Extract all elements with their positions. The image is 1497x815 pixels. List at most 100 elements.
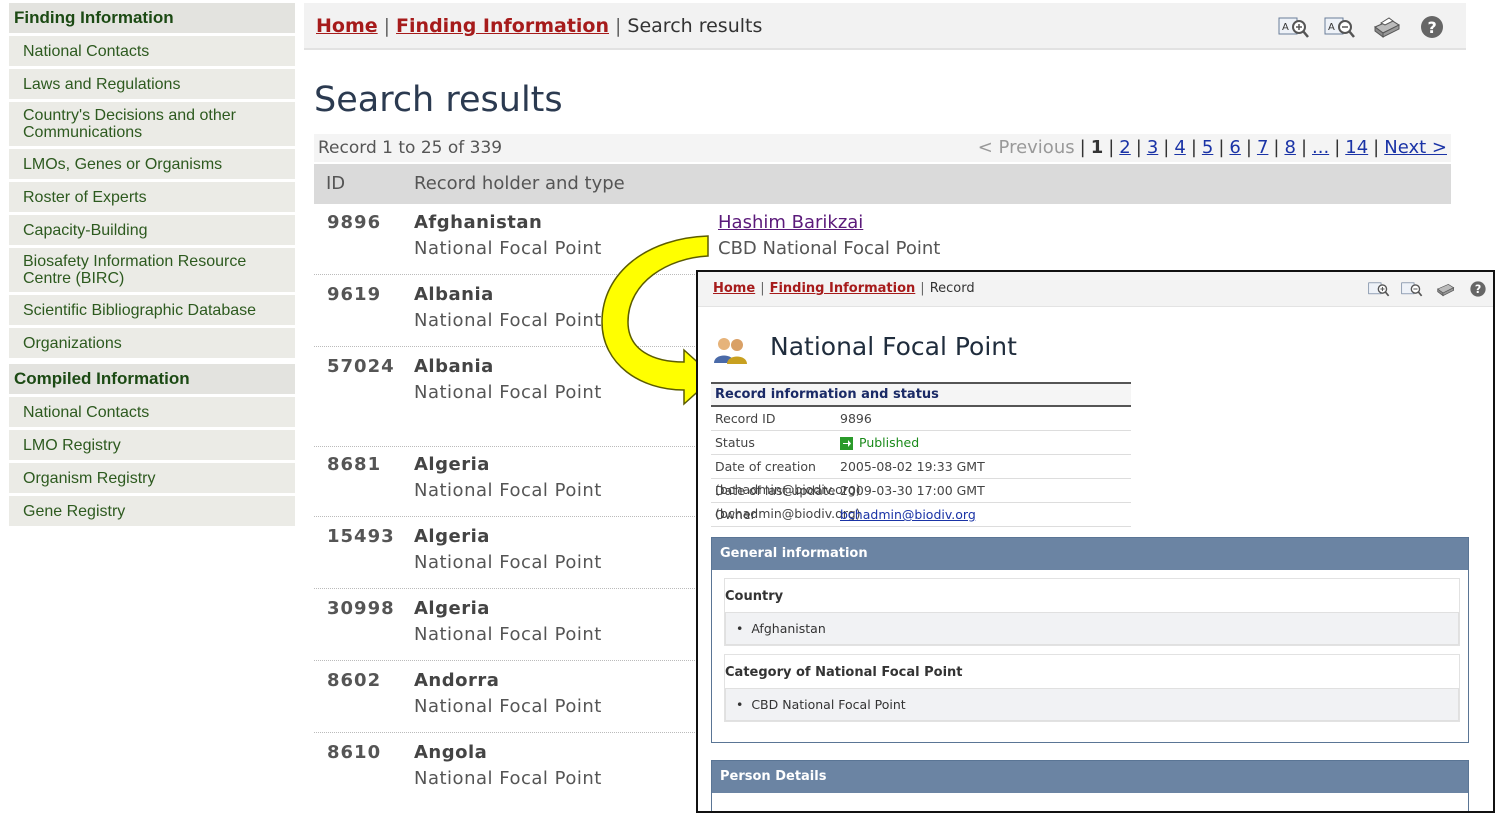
row-country: Algeria (414, 454, 490, 475)
owner-email-link[interactable]: bchadmin@biodiv.org (840, 507, 976, 522)
print-icon[interactable] (1434, 280, 1456, 298)
detail-breadcrumb-section-link[interactable]: Finding Information (770, 281, 916, 296)
pager-separator: | (1334, 137, 1341, 158)
row-country: Algeria (414, 598, 490, 619)
detail-breadcrumb-home-link[interactable]: Home (713, 281, 755, 296)
sidebar-item-country-decisions[interactable]: Country's Decisions and other Communicat… (9, 102, 295, 146)
row-type: National Focal Point (414, 696, 602, 717)
record-id-label: Record ID (715, 411, 776, 426)
breadcrumb-separator: | (615, 15, 622, 37)
results-pager-row: Record 1 to 25 of 339 < Previous | 1 | 2 | … (314, 134, 1451, 162)
svg-text:?: ? (1475, 283, 1481, 296)
general-information-section: General information Country • Afghanista… (711, 537, 1469, 743)
category-label: Category of National Focal Point (725, 655, 1459, 688)
column-header-id: ID (326, 173, 346, 194)
pager-separator: | (1108, 137, 1115, 158)
row-type: National Focal Point (414, 768, 602, 789)
breadcrumb-home-link[interactable]: Home (316, 15, 378, 37)
page-link-4[interactable]: 4 (1174, 137, 1185, 158)
pager-separator: | (1245, 137, 1252, 158)
page-link-3[interactable]: 3 (1147, 137, 1158, 158)
page-link-8[interactable]: 8 (1284, 137, 1295, 158)
status-label: Status (715, 435, 755, 450)
category-value: • CBD National Focal Point (725, 688, 1459, 721)
breadcrumb: Home | Finding Information | Search results (316, 15, 762, 37)
next-page-link[interactable]: Next > (1384, 137, 1447, 158)
row-type: National Focal Point (414, 382, 602, 403)
pager-separator: | (1373, 137, 1380, 158)
page-link-2[interactable]: 2 (1119, 137, 1130, 158)
detail-breadcrumb-current: Record (929, 281, 975, 296)
pagination: < Previous | 1 | 2 | 3 | 4 | 5 | 6 | 7 | 8 | ... |… (978, 137, 1447, 158)
help-icon[interactable]: ? (1467, 280, 1489, 298)
created-label: Date of creation (715, 459, 816, 474)
sidebar-item-lmo-registry[interactable]: LMO Registry (9, 430, 295, 460)
updated-row: Date of last update 2009-03-30 17:00 GMT … (711, 479, 1131, 521)
country-value-text: Afghanistan (751, 621, 826, 636)
row-country: Algeria (414, 526, 490, 547)
breadcrumb-finding-information-link[interactable]: Finding Information (396, 15, 609, 37)
page-link-7[interactable]: 7 (1257, 137, 1268, 158)
help-icon[interactable]: ? (1416, 14, 1448, 40)
breadcrumb-separator: | (920, 281, 925, 296)
sidebar: Finding Information National Contacts La… (9, 3, 295, 526)
page-link-6[interactable]: 6 (1229, 137, 1240, 158)
zoom-out-icon[interactable] (1401, 280, 1423, 298)
pager-separator: | (1273, 137, 1280, 158)
sidebar-item-roster-of-experts[interactable]: Roster of Experts (9, 182, 295, 212)
page-link-ellipsis[interactable]: ... (1312, 137, 1329, 158)
row-id: 9619 (327, 284, 382, 305)
zoom-in-icon[interactable] (1368, 280, 1390, 298)
pager-separator: | (1300, 137, 1308, 158)
detail-breadcrumb-bar: Home | Finding Information | Record ? (698, 272, 1493, 307)
breadcrumb-bar: Home | Finding Information | Search results … (304, 3, 1466, 50)
published-icon (840, 437, 853, 450)
status-value: Published (859, 435, 920, 450)
row-id: 57024 (327, 356, 395, 377)
sidebar-item-organism-registry[interactable]: Organism Registry (9, 463, 295, 493)
sidebar-item-laws-and-regulations[interactable]: Laws and Regulations (9, 69, 295, 99)
svg-text:A: A (1282, 22, 1289, 33)
row-person-link[interactable]: Hashim Barikzai (718, 212, 863, 233)
sidebar-item-birc[interactable]: Biosafety Information Resource Centre (B… (9, 248, 295, 292)
row-country: Albania (414, 284, 494, 305)
row-type: National Focal Point (414, 480, 602, 501)
row-country: Afghanistan (414, 212, 543, 233)
row-id: 15493 (327, 526, 395, 547)
row-type: National Focal Point (414, 552, 602, 573)
row-country: Albania (414, 356, 494, 377)
people-icon (713, 335, 749, 369)
page-link-5[interactable]: 5 (1202, 137, 1213, 158)
table-row: 9896 Afghanistan National Focal Point Ha… (314, 206, 1451, 275)
current-page: 1 (1090, 137, 1104, 158)
sidebar-item-gene-registry[interactable]: Gene Registry (9, 496, 295, 526)
detail-toolbar: ? (1368, 280, 1489, 298)
row-type: National Focal Point (414, 310, 602, 331)
sidebar-item-national-contacts[interactable]: National Contacts (9, 36, 295, 66)
pager-separator: | (1218, 137, 1225, 158)
zoom-in-icon[interactable]: A (1278, 14, 1310, 40)
general-information-header: General information (712, 538, 1468, 570)
record-title: National Focal Point (770, 332, 1017, 361)
breadcrumb-separator: | (760, 281, 765, 296)
svg-text:A: A (1328, 22, 1335, 33)
pager-separator: | (1163, 137, 1170, 158)
page-title: Search results (314, 80, 563, 120)
sidebar-item-scientific-bibliographic-database[interactable]: Scientific Bibliographic Database (9, 295, 295, 325)
pager-separator: | (1190, 137, 1197, 158)
print-icon[interactable] (1370, 14, 1402, 40)
row-id: 8602 (327, 670, 382, 691)
country-label: Country (725, 579, 1459, 612)
sidebar-item-organizations[interactable]: Organizations (9, 328, 295, 358)
row-id: 9896 (327, 212, 382, 233)
sidebar-item-lmos-genes-organisms[interactable]: LMOs, Genes or Organisms (9, 149, 295, 179)
row-country: Andorra (414, 670, 500, 691)
row-type: National Focal Point (414, 624, 602, 645)
person-details-header: Person Details (712, 761, 1468, 793)
sidebar-item-compiled-national-contacts[interactable]: National Contacts (9, 397, 295, 427)
toolbar: A A ? (1278, 14, 1448, 40)
record-count: Record 1 to 25 of 339 (318, 138, 503, 158)
page-link-14[interactable]: 14 (1345, 137, 1368, 158)
zoom-out-icon[interactable]: A (1324, 14, 1356, 40)
sidebar-item-capacity-building[interactable]: Capacity-Building (9, 215, 295, 245)
